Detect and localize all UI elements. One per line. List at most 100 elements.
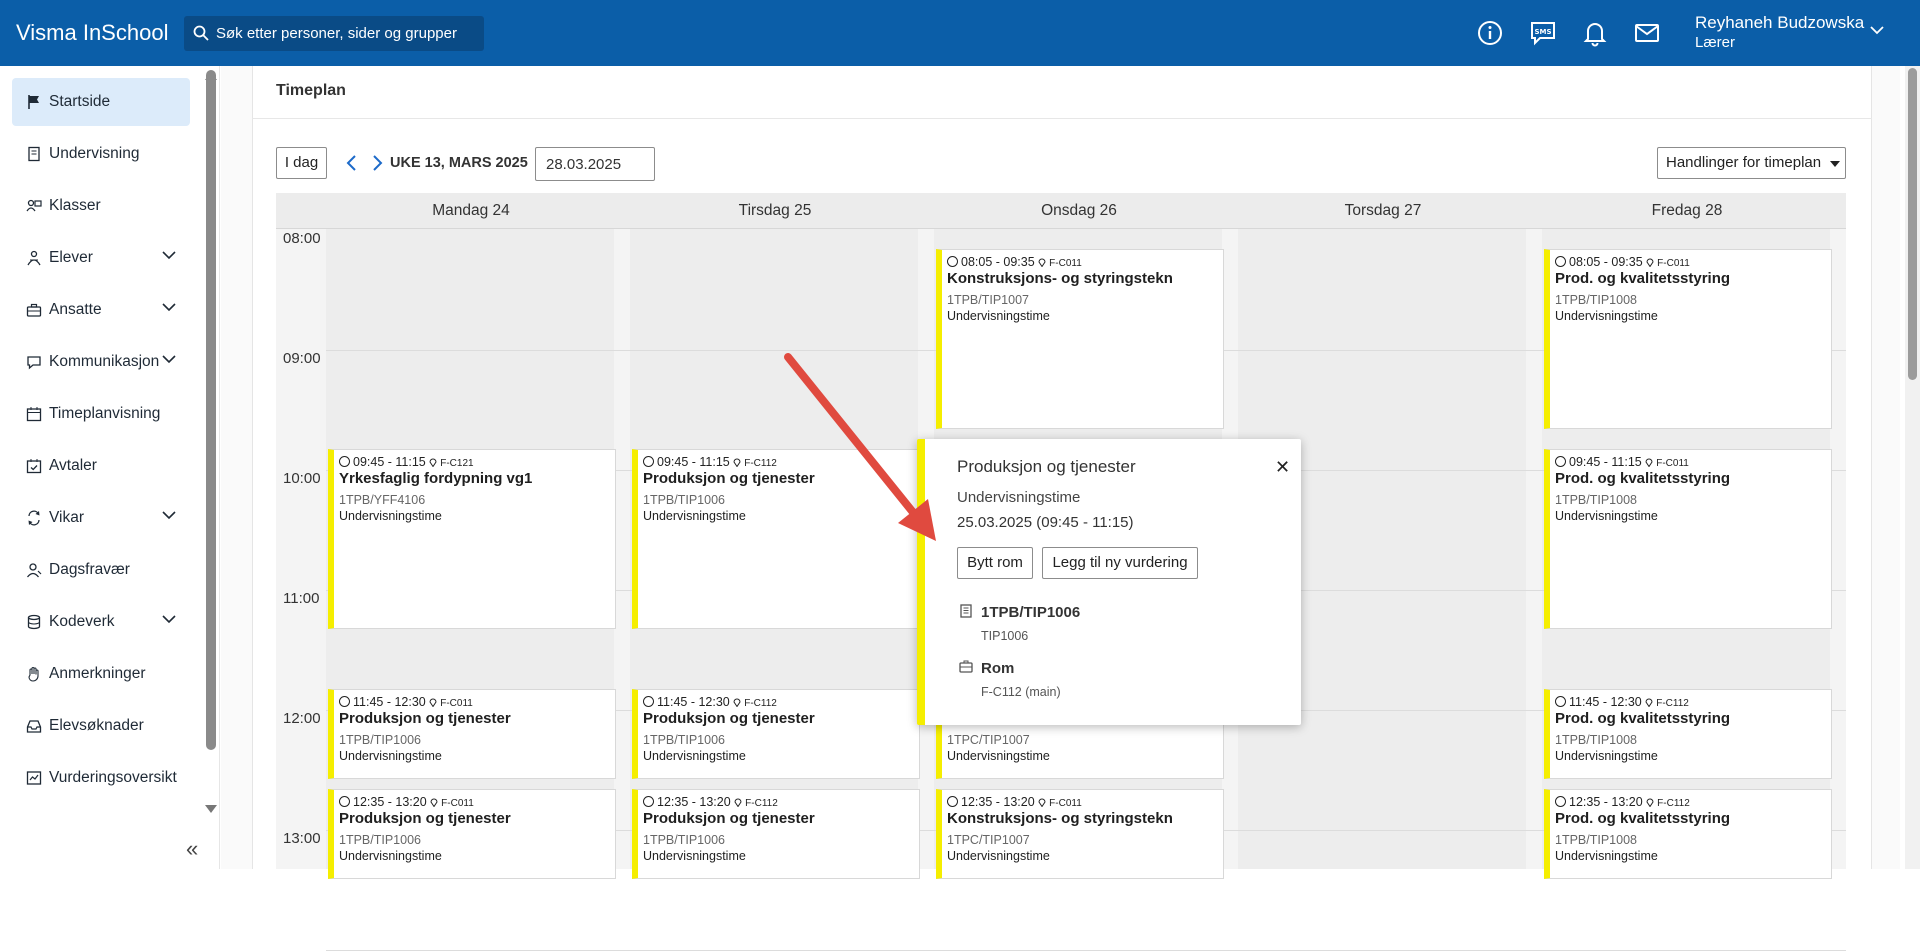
timetable-actions-dropdown[interactable]: Handlinger for timeplan <box>1657 147 1846 179</box>
sidebar-item-startside[interactable]: Startside <box>12 78 190 126</box>
event-room: F-C011 <box>1049 258 1082 269</box>
event-type: Undervisningstime <box>1555 309 1658 323</box>
event-time: 11:45 - 12:30 <box>1569 695 1642 709</box>
calendar-event[interactable]: 12:35 - 13:20 F-C112 Produksjon og tjenes… <box>632 789 920 879</box>
calendar-event[interactable]: 11:45 - 12:30 F-C112 Produksjon og tjenes… <box>632 689 920 779</box>
scrollbar-thumb[interactable] <box>1908 68 1917 380</box>
collapse-sidebar-icon[interactable]: « <box>186 836 198 862</box>
hand-icon <box>28 666 39 682</box>
event-room: F-C121 <box>440 458 474 469</box>
calendar-event[interactable]: 12:35 - 13:20 F-C011 Konstruksjons- og st… <box>936 789 1224 879</box>
location-pin-icon <box>429 458 437 467</box>
search-input[interactable] <box>216 22 476 44</box>
event-time-row: 08:05 - 09:35 F-C011 <box>947 255 1082 269</box>
swap-icon <box>28 510 40 526</box>
calendar-event[interactable]: 09:45 - 11:15 F-C121 Yrkesfaglig fordypni… <box>328 449 616 629</box>
sidebar-item-kodeverk[interactable]: Kodeverk <box>12 598 190 646</box>
sidebar-item-undervisning[interactable]: Undervisning <box>12 130 190 178</box>
event-time-row: 12:35 - 13:20 F-C112 <box>643 795 778 809</box>
calendar-icon <box>26 407 42 422</box>
chevron-down-icon[interactable] <box>162 250 176 260</box>
event-code: 1TPB/TIP1006 <box>643 493 725 507</box>
location-pin-icon <box>734 798 742 807</box>
sidebar-item-anmerkninger[interactable]: Anmerkninger <box>12 650 190 698</box>
sidebar-item-label: Elevsøknader <box>49 717 144 734</box>
today-button[interactable]: I dag <box>276 147 327 179</box>
main-scrollbar[interactable] <box>1905 66 1920 869</box>
sidebar-item-avtaler[interactable]: Avtaler <box>12 442 190 490</box>
change-room-button[interactable]: Bytt rom <box>957 547 1033 579</box>
students-icon <box>27 250 41 266</box>
close-icon[interactable]: ✕ <box>1275 457 1290 478</box>
location-pin-icon <box>429 698 437 707</box>
calendar-event[interactable]: 11:45 - 12:30 F-C011 Produksjon og tjenes… <box>328 689 616 779</box>
sidebar-item-label: Avtaler <box>49 457 97 474</box>
event-code: 1TPB/YFF4106 <box>339 493 426 507</box>
user-role: Lærer <box>1695 34 1736 51</box>
event-room: F-C011 <box>440 698 473 709</box>
popover-group-sub: TIP1006 <box>981 629 1029 643</box>
clock-icon <box>1555 256 1566 267</box>
classes-icon <box>26 199 42 212</box>
event-room: F-C011 <box>1657 258 1690 269</box>
calendar-event[interactable]: 08:05 - 09:35 F-C011 Prod. og kvalitetsst… <box>1544 249 1832 429</box>
inbox-icon <box>26 720 42 733</box>
sidebar-item-label: Anmerkninger <box>49 665 146 682</box>
popover-datetime: 25.03.2025 (09:45 - 11:15) <box>957 514 1134 531</box>
chevron-down-icon[interactable] <box>162 354 176 364</box>
brand-title[interactable]: Visma InSchool <box>16 20 168 46</box>
sidebar-scrollbar[interactable] <box>206 70 216 750</box>
person-icon <box>26 563 42 578</box>
date-field[interactable] <box>535 147 655 181</box>
location-pin-icon <box>1645 458 1653 467</box>
sidebar-item-dagsfravær[interactable]: Dagsfravær <box>12 546 190 594</box>
event-time: 09:45 - 11:15 <box>1569 455 1642 469</box>
book-icon <box>28 146 40 162</box>
calendar-event[interactable]: 12:35 - 13:20 F-C011 Produksjon og tjenes… <box>328 789 616 879</box>
sidebar-item-elever[interactable]: Elever <box>12 234 190 282</box>
user-menu[interactable]: Reyhaneh Budzowska Lærer <box>1695 13 1920 53</box>
sidebar-item-ansatte[interactable]: Ansatte <box>12 286 190 334</box>
sidebar-item-elevsøknader[interactable]: Elevsøknader <box>12 702 190 750</box>
add-assessment-button[interactable]: Legg til ny vurdering <box>1042 547 1198 579</box>
sidebar-item-kommunikasjon[interactable]: Kommunikasjon <box>12 338 190 386</box>
event-time-row: 11:45 - 12:30 F-C011 <box>339 695 473 709</box>
clock-icon <box>643 696 654 707</box>
event-type: Undervisningstime <box>339 749 442 763</box>
calendar-event[interactable]: 08:05 - 09:35 F-C011 Konstruksjons- og st… <box>936 249 1224 429</box>
chevron-down-icon[interactable] <box>162 510 176 520</box>
sidebar-item-timeplanvisning[interactable]: Timeplanvisning <box>12 390 190 438</box>
event-code: 1TPB/TIP1006 <box>339 833 421 847</box>
event-time: 09:45 - 11:15 <box>353 455 426 469</box>
time-label: 10:00 <box>283 470 321 487</box>
sidebar-item-klasser[interactable]: Klasser <box>12 182 190 230</box>
event-title: Produksjon og tjenester <box>339 710 511 727</box>
event-room: F-C011 <box>441 798 474 809</box>
search-box[interactable] <box>184 16 484 51</box>
sidebar-item-vurderingsoversikt[interactable]: Vurderingsoversikt <box>12 754 190 802</box>
day-header: Torsdag 27 <box>1344 202 1422 219</box>
sidebar-item-label: Kodeverk <box>49 613 115 630</box>
event-type: Undervisningstime <box>643 749 746 763</box>
divider <box>252 118 1872 119</box>
bell-icon[interactable] <box>1580 18 1610 48</box>
sidebar-item-vikar[interactable]: Vikar <box>12 494 190 542</box>
mail-icon[interactable] <box>1632 18 1662 48</box>
briefcase-icon <box>26 303 42 317</box>
sms-icon[interactable]: SMS <box>1528 18 1558 48</box>
event-time: 11:45 - 12:30 <box>657 695 730 709</box>
info-icon[interactable] <box>1475 18 1505 48</box>
chevron-down-icon[interactable] <box>162 302 176 312</box>
popover-group[interactable]: 1TPB/TIP1006 <box>981 604 1080 621</box>
clock-icon <box>947 256 958 267</box>
search-icon <box>193 25 209 41</box>
event-code: 1TPB/TIP1007 <box>947 293 1029 307</box>
calendar-event[interactable]: 11:45 - 12:30 F-C112 Prod. og kvalitetsst… <box>1544 689 1832 779</box>
chevron-right-icon[interactable] <box>369 153 385 173</box>
event-code: 1TPB/TIP1008 <box>1555 293 1637 307</box>
calendar-event[interactable]: 09:45 - 11:15 F-C011 Prod. og kvalitetsst… <box>1544 449 1832 629</box>
calendar-event[interactable]: 12:35 - 13:20 F-C112 Prod. og kvalitetsst… <box>1544 789 1832 879</box>
chevron-left-icon[interactable] <box>344 153 360 173</box>
chevron-down-icon[interactable] <box>162 614 176 624</box>
scroll-down-arrow[interactable] <box>205 805 217 813</box>
